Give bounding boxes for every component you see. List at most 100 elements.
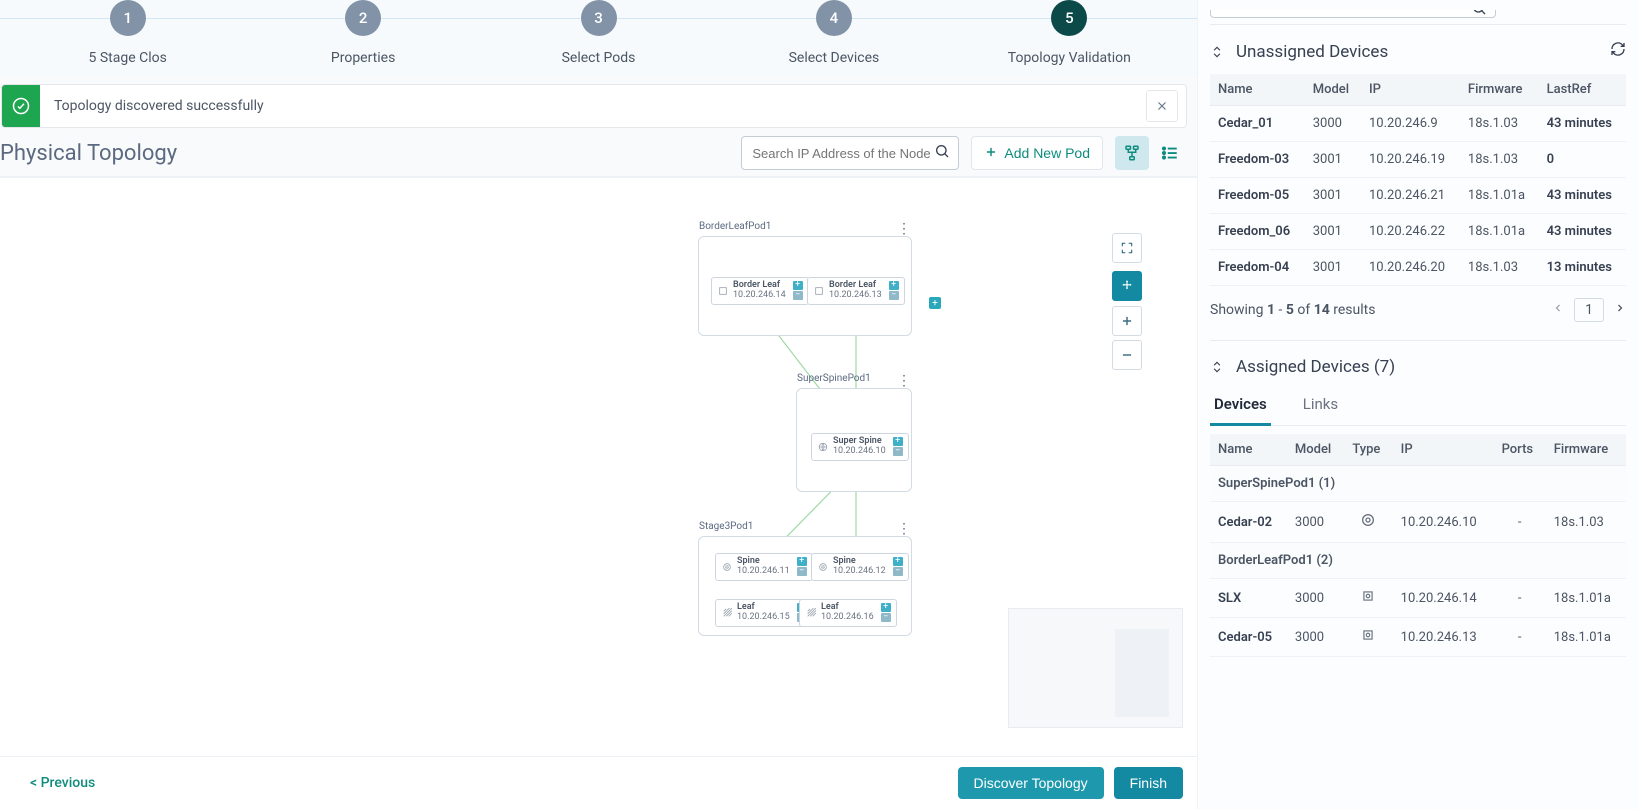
step-5[interactable]: 5 Topology Validation [952, 0, 1187, 66]
step-3[interactable]: 3 Select Pods [481, 0, 716, 66]
topology-canvas[interactable]: BorderLeafPod1 ⋮ Border Leaf10.20.246.14… [0, 178, 1197, 756]
node-collapse-icon[interactable]: − [793, 291, 803, 300]
list-view-button[interactable] [1153, 136, 1187, 170]
cell-model: 3001 [1305, 214, 1361, 250]
discover-topology-button[interactable]: Discover Topology [958, 767, 1104, 799]
wizard-stepper: 1 5 Stage Clos 2 Properties 3 Select Pod… [0, 0, 1197, 76]
node-collapse-icon[interactable]: − [889, 291, 899, 300]
minimap[interactable] [1008, 608, 1183, 728]
col-model[interactable]: Model [1287, 434, 1344, 466]
add-node-button[interactable]: + [929, 297, 941, 309]
table-row[interactable]: Cedar-02 3000 10.20.246.10 - 18s.1.03 [1210, 502, 1626, 543]
tree-view-button[interactable] [1115, 136, 1149, 170]
node-expand-icon[interactable]: + [893, 437, 903, 446]
unassigned-header: Unassigned Devices [1210, 37, 1626, 66]
collapse-icon[interactable] [1210, 360, 1224, 374]
node-expand-icon[interactable]: + [793, 281, 803, 290]
table-row[interactable]: Cedar_01 3000 10.20.246.9 18s.1.03 43 mi… [1210, 106, 1626, 142]
zoom-controls [1112, 306, 1142, 370]
topology-node[interactable]: Spine10.20.246.11 +− [715, 553, 813, 581]
col-name[interactable]: Name [1210, 434, 1287, 466]
collapse-icon[interactable] [1210, 45, 1224, 59]
fullscreen-button[interactable] [1112, 233, 1142, 263]
page-next-icon[interactable] [1614, 302, 1626, 318]
page-number[interactable]: 1 [1574, 298, 1604, 322]
node-type-icon [721, 607, 732, 618]
add-new-pod-button[interactable]: Add New Pod [971, 136, 1103, 170]
cell-firmware: 18s.1.03 [1460, 142, 1539, 178]
step-5-label: Topology Validation [1008, 50, 1131, 66]
page-prev-icon[interactable] [1552, 302, 1564, 318]
kebab-icon[interactable]: ⋮ [897, 221, 911, 237]
col-firmware[interactable]: Firmware [1546, 434, 1626, 466]
cell-lastref: 43 minutes [1539, 106, 1626, 142]
col-lastref[interactable]: LastRef [1539, 74, 1626, 106]
step-2[interactable]: 2 Properties [245, 0, 480, 66]
table-row[interactable]: SLX 3000 10.20.246.14 - 18s.1.01a [1210, 579, 1626, 618]
topology-node[interactable]: Super Spine10.20.246.10 +− [811, 433, 909, 461]
table-row[interactable]: Freedom-03 3001 10.20.246.19 18s.1.03 0 [1210, 142, 1626, 178]
node-collapse-icon[interactable]: − [797, 567, 807, 576]
topology-node[interactable]: Leaf10.20.246.16 +− [799, 599, 897, 627]
zoom-in-button[interactable] [1112, 306, 1142, 336]
node-expand-icon[interactable]: + [797, 557, 807, 566]
pan-button[interactable] [1112, 271, 1142, 301]
node-collapse-icon[interactable]: − [893, 447, 903, 456]
finish-button[interactable]: Finish [1114, 767, 1183, 799]
step-1[interactable]: 1 5 Stage Clos [10, 0, 245, 66]
col-name[interactable]: Name [1210, 74, 1305, 106]
topology-node[interactable]: Border Leaf10.20.246.14 +− [711, 277, 809, 305]
step-5-circle: 5 [1051, 0, 1087, 36]
table-row[interactable]: Cedar-05 3000 10.20.246.13 - 18s.1.01a [1210, 618, 1626, 657]
topology-node[interactable]: Spine10.20.246.12 +− [811, 553, 909, 581]
node-ip: 10.20.246.10 [833, 447, 886, 457]
kebab-icon[interactable]: ⋮ [897, 521, 911, 537]
group-header[interactable]: BorderLeafPod1 (2) [1210, 543, 1626, 579]
col-model[interactable]: Model [1305, 74, 1361, 106]
tab-devices[interactable]: Devices [1210, 387, 1271, 426]
node-search[interactable] [741, 136, 959, 170]
tab-links[interactable]: Links [1299, 387, 1342, 425]
table-row[interactable]: Freedom_06 3001 10.20.246.22 18s.1.01a 4… [1210, 214, 1626, 250]
col-firmware[interactable]: Firmware [1460, 74, 1539, 106]
success-alert: Topology discovered successfully [1, 84, 1187, 128]
cell-lastref: 13 minutes [1539, 250, 1626, 286]
node-collapse-icon[interactable]: − [881, 613, 891, 622]
refresh-icon[interactable] [1610, 41, 1626, 62]
device-search-cutoff[interactable]: Search [1210, 10, 1496, 18]
topology-node[interactable]: Leaf10.20.246.15 +− [715, 599, 813, 627]
table-row[interactable]: Freedom-05 3001 10.20.246.21 18s.1.01a 4… [1210, 178, 1626, 214]
table-row[interactable]: Freedom-04 3001 10.20.246.20 18s.1.03 13… [1210, 250, 1626, 286]
node-expand-icon[interactable]: + [881, 603, 891, 612]
pod-label: BorderLeafPod1 [699, 221, 771, 232]
cell-ports: - [1494, 618, 1546, 657]
node-type-icon [813, 285, 824, 296]
alert-close-button[interactable] [1146, 90, 1178, 122]
check-circle-icon [2, 85, 40, 127]
canvas-tools [1112, 233, 1142, 301]
step-4-circle: 4 [816, 0, 852, 36]
group-header[interactable]: SuperSpinePod1 (1) [1210, 466, 1626, 502]
step-4[interactable]: 4 Select Devices [716, 0, 951, 66]
kebab-icon[interactable]: ⋮ [897, 373, 911, 389]
node-collapse-icon[interactable]: − [893, 567, 903, 576]
previous-link[interactable]: < Previous [30, 775, 95, 791]
col-ip[interactable]: IP [1361, 74, 1460, 106]
cell-ip: 10.20.246.21 [1361, 178, 1460, 214]
node-search-input[interactable] [750, 145, 934, 162]
col-ip[interactable]: IP [1393, 434, 1494, 466]
col-type[interactable]: Type [1344, 434, 1392, 466]
node-type-icon [805, 607, 816, 618]
cell-type [1344, 618, 1392, 657]
pod-stage3[interactable]: Stage3Pod1 ⋮ Spine10.20.246.11 +− Spine1… [698, 536, 912, 636]
topology-node[interactable]: Border Leaf10.20.246.13 +− [807, 277, 905, 305]
node-ip: 10.20.246.14 [733, 291, 786, 301]
cell-ip: 10.20.246.13 [1393, 618, 1494, 657]
node-expand-icon[interactable]: + [889, 281, 899, 290]
pod-superspine[interactable]: SuperSpinePod1 ⋮ Super Spine10.20.246.10… [796, 388, 912, 492]
zoom-out-button[interactable] [1112, 340, 1142, 370]
node-expand-icon[interactable]: + [893, 557, 903, 566]
cell-name: Freedom_06 [1210, 214, 1305, 250]
pod-borderleaf[interactable]: BorderLeafPod1 ⋮ Border Leaf10.20.246.14… [698, 236, 912, 336]
col-ports[interactable]: Ports [1494, 434, 1546, 466]
